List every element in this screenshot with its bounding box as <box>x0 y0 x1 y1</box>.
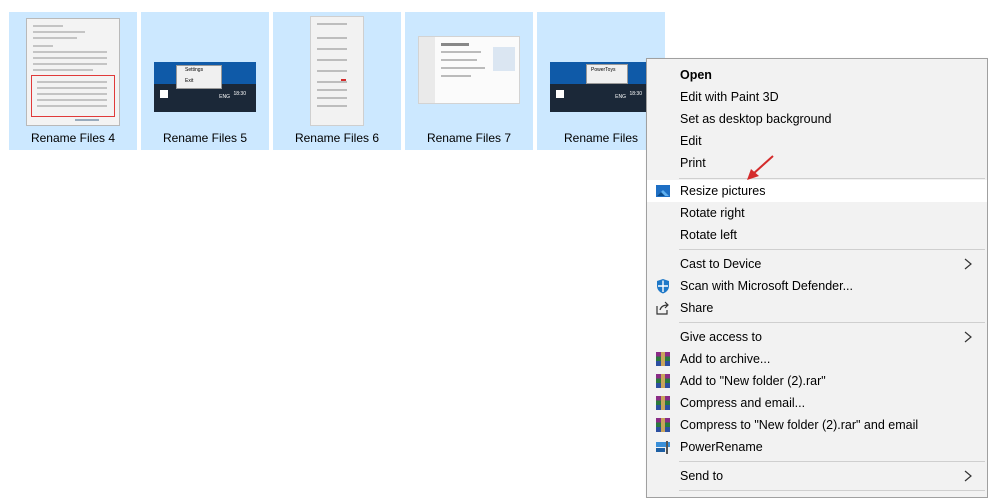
file-tile-rename-files-5[interactable]: Settings Exit ENG 18:30 Rename Files 5 <box>141 12 269 150</box>
winrar-icon <box>655 373 671 389</box>
menu-item-add-to-archive[interactable]: Add to archive... <box>647 348 987 370</box>
file-label: Rename Files 7 <box>426 131 512 145</box>
chevron-right-icon <box>961 257 975 271</box>
share-icon <box>655 300 671 316</box>
winrar-icon <box>655 417 671 433</box>
menu-item-give-access-to[interactable]: Give access to <box>647 326 987 348</box>
menu-separator <box>679 322 985 323</box>
menu-separator <box>679 178 985 179</box>
thumbnail-settings-list <box>286 16 388 126</box>
thumbnail-window <box>418 18 520 126</box>
menu-item-print[interactable]: Print <box>647 152 987 174</box>
file-label: Rename Files 6 <box>294 131 380 145</box>
file-tile-rename-files-6[interactable]: Rename Files 6 <box>273 12 401 150</box>
menu-item-resize-pictures[interactable]: Resize pictures <box>647 180 987 202</box>
menu-separator <box>679 490 985 491</box>
menu-item-edit-with-paint-3d[interactable]: Edit with Paint 3D <box>647 86 987 108</box>
menu-separator <box>679 249 985 250</box>
menu-item-compress-to-rar-and-email[interactable]: Compress to "New folder (2).rar" and ema… <box>647 414 987 436</box>
powerrename-icon <box>655 439 671 455</box>
defender-icon <box>655 278 671 294</box>
resize-pictures-icon <box>655 183 671 199</box>
menu-item-share[interactable]: Share <box>647 297 987 319</box>
menu-item-set-as-desktop-background[interactable]: Set as desktop background <box>647 108 987 130</box>
menu-item-edit[interactable]: Edit <box>647 130 987 152</box>
file-tile-rename-files-4[interactable]: Rename Files 4 <box>9 12 137 150</box>
thumbnail-taskbar-menu: Settings Exit ENG 18:30 <box>154 18 256 126</box>
menu-item-scan-with-defender[interactable]: Scan with Microsoft Defender... <box>647 275 987 297</box>
menu-item-rotate-right[interactable]: Rotate right <box>647 202 987 224</box>
file-label: Rename Files 5 <box>162 131 248 145</box>
file-label: Rename Files 4 <box>30 131 116 145</box>
annotation-arrow-icon <box>747 155 774 180</box>
thumbnail-taskbar-tooltip: PowerToys ENG 18:30 <box>550 18 652 126</box>
winrar-icon <box>655 351 671 367</box>
menu-separator <box>679 461 985 462</box>
thumbnail-dialog <box>22 18 124 126</box>
menu-item-compress-and-email[interactable]: Compress and email... <box>647 392 987 414</box>
winrar-icon <box>655 395 671 411</box>
chevron-right-icon <box>961 330 975 344</box>
file-tile-rename-files-7[interactable]: Rename Files 7 <box>405 12 533 150</box>
menu-item-rotate-left[interactable]: Rotate left <box>647 224 987 246</box>
chevron-right-icon <box>961 469 975 483</box>
menu-item-send-to[interactable]: Send to <box>647 465 987 487</box>
context-menu: Open Edit with Paint 3D Set as desktop b… <box>646 58 988 498</box>
menu-item-open[interactable]: Open <box>647 64 987 86</box>
menu-item-add-to-rar[interactable]: Add to "New folder (2).rar" <box>647 370 987 392</box>
menu-item-cast-to-device[interactable]: Cast to Device <box>647 253 987 275</box>
menu-item-powerrename[interactable]: PowerRename <box>647 436 987 458</box>
